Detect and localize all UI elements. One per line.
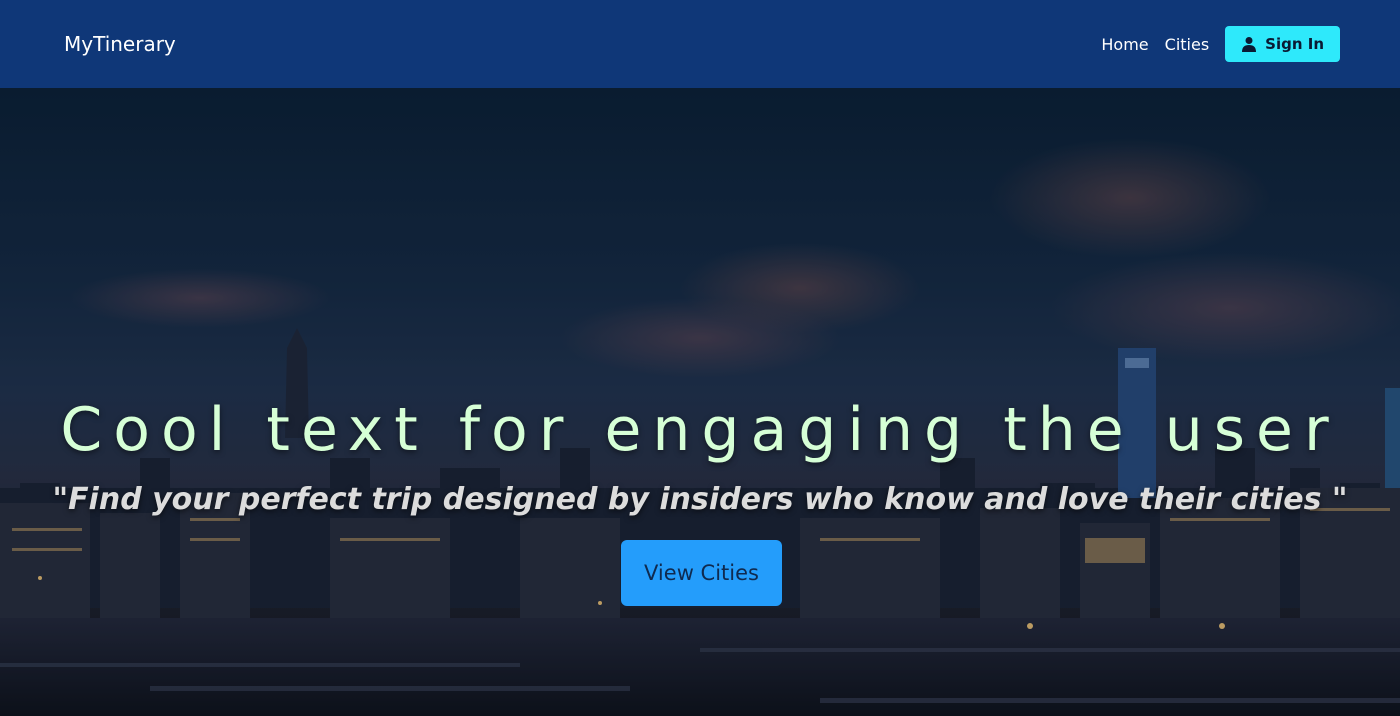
- user-icon: [1241, 36, 1257, 52]
- sign-in-label: Sign In: [1265, 35, 1324, 53]
- hero-headline: Cool text for engaging the user: [60, 395, 1340, 465]
- hero-content: Cool text for engaging the user "Find yo…: [0, 88, 1400, 716]
- nav-link-home[interactable]: Home: [1101, 31, 1148, 58]
- hero-section: Cool text for engaging the user "Find yo…: [0, 88, 1400, 716]
- hero-tagline: "Find your perfect trip designed by insi…: [52, 482, 1348, 517]
- brand-logo-link[interactable]: MyTinerary: [64, 32, 176, 56]
- view-cities-button[interactable]: View Cities: [621, 540, 782, 606]
- navbar: MyTinerary Home Cities Sign In: [0, 0, 1400, 88]
- nav-links: Home Cities Sign In: [1101, 26, 1340, 62]
- sign-in-button[interactable]: Sign In: [1225, 26, 1340, 62]
- nav-link-cities[interactable]: Cities: [1165, 31, 1210, 58]
